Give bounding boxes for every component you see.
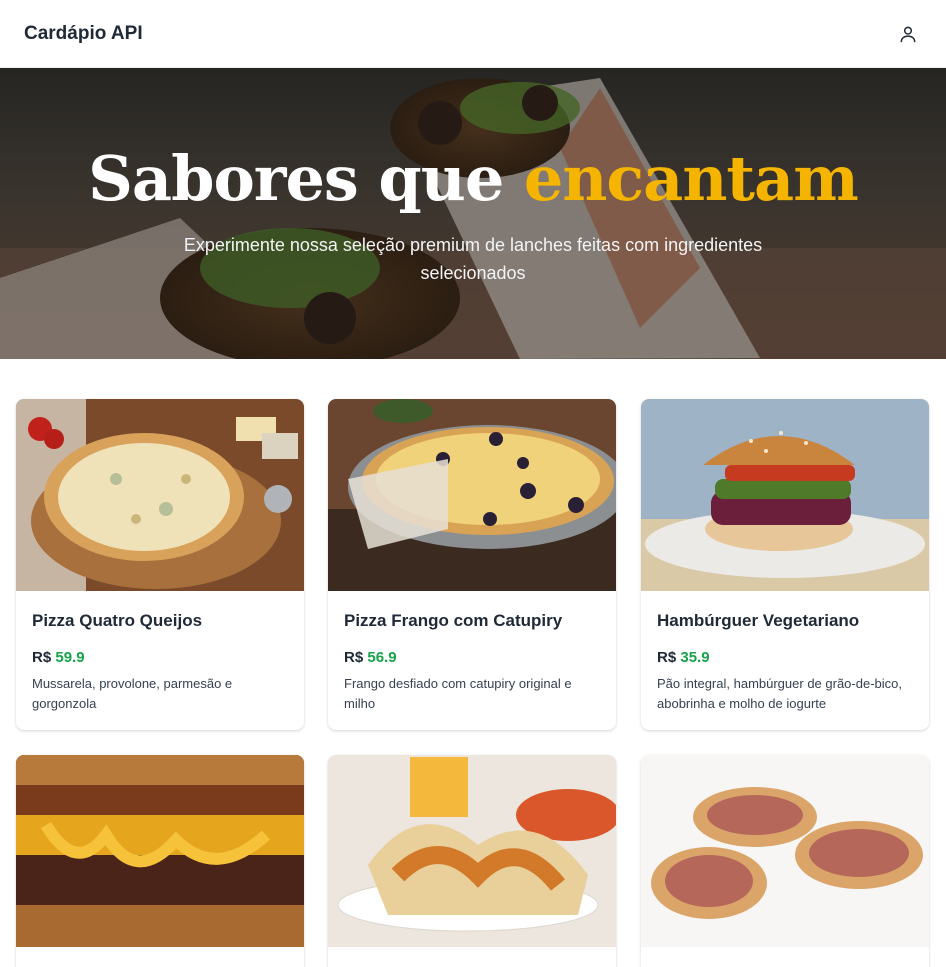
product-image-pizza-quatro-queijos	[16, 399, 304, 591]
price-value: 56.9	[367, 649, 397, 666]
product-card[interactable]	[641, 755, 929, 967]
product-card[interactable]: Hambúrguer Vegetariano R$ 35.9 Pão integ…	[641, 399, 929, 730]
brand-title[interactable]: Cardápio API	[24, 23, 143, 45]
product-card[interactable]: Pizza Frango com Catupiry R$ 56.9 Frango…	[328, 399, 616, 730]
product-name: Pizza Frango com Catupiry	[344, 611, 563, 630]
product-card[interactable]: Pizza Quatro Queijos R$ 59.9 Mussarela, …	[16, 399, 304, 730]
product-image-esfiha	[641, 755, 929, 947]
product-description: Frango desfiado com catupiry original e …	[344, 676, 572, 711]
hero-content: Sabores que encantam Experimente nossa s…	[0, 68, 946, 359]
hero-title-accent: encantam	[523, 142, 859, 215]
product-description: Pão integral, hambúrguer de grão-de-bico…	[657, 676, 902, 711]
product-price: R$ 35.9	[657, 649, 913, 666]
product-image-hamburguer-vegetariano	[641, 399, 929, 591]
price-currency: R$	[657, 649, 677, 666]
product-description: Mussarela, provolone, parmesão e gorgonz…	[32, 676, 233, 711]
product-image-pastel	[328, 755, 616, 947]
price-currency: R$	[344, 649, 364, 666]
product-card[interactable]	[328, 755, 616, 967]
product-name: Hambúrguer Vegetariano	[657, 611, 860, 630]
user-account-button[interactable]	[894, 20, 922, 48]
hero-title: Sabores que encantam	[0, 148, 946, 210]
product-image-pizza-frango-catupiry	[328, 399, 616, 591]
hero-title-main: Sabores que	[88, 142, 504, 215]
navbar: Cardápio API	[0, 0, 946, 68]
product-price: R$ 59.9	[32, 649, 288, 666]
user-icon	[900, 26, 916, 42]
product-card[interactable]	[16, 755, 304, 967]
price-value: 35.9	[680, 649, 710, 666]
product-image-cheeseburger	[16, 755, 304, 947]
price-value: 59.9	[55, 649, 85, 666]
product-price: R$ 56.9	[344, 649, 600, 666]
hero-banner: Sabores que encantam Experimente nossa s…	[0, 68, 946, 359]
product-name: Pizza Quatro Queijos	[32, 611, 203, 630]
hero-subtitle: Experimente nossa seleção premium de lan…	[183, 235, 763, 283]
price-currency: R$	[32, 649, 52, 666]
